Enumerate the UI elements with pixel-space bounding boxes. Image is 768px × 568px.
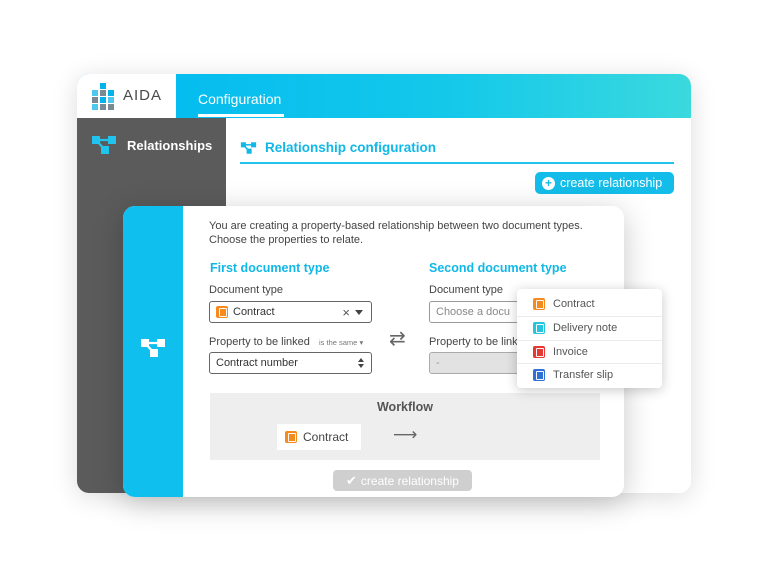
active-tab-indicator: [198, 114, 284, 117]
dropdown-option-label: Invoice: [553, 346, 588, 358]
create-relationship-label: create relationship: [560, 176, 663, 190]
relationship-icon: [141, 339, 165, 357]
sort-updown-icon: [358, 358, 364, 368]
section-header: Relationship configuration: [240, 140, 436, 155]
relation-operator-select[interactable]: is the same ▾: [319, 338, 363, 347]
arrow-right-icon: ⟶: [393, 425, 418, 444]
workflow-node-contract: Contract: [277, 424, 361, 450]
sidebar-item-label: Relationships: [127, 137, 213, 153]
second-property-value: -: [436, 357, 440, 369]
intro-line-2: Choose the properties to relate.: [209, 234, 364, 246]
submit-create-relationship-button[interactable]: ✔ create relationship: [333, 470, 472, 491]
first-doc-type-select[interactable]: Contract ×: [209, 301, 372, 323]
relationship-icon: [240, 141, 257, 154]
delivery-truck-icon: [533, 322, 545, 334]
logo-grid-icon: [92, 83, 114, 110]
workflow-title: Workflow: [376, 400, 434, 414]
logo[interactable]: AIDA: [77, 74, 176, 118]
check-icon: ✔: [346, 472, 357, 488]
dropdown-option-label: Contract: [553, 298, 595, 310]
submit-label: create relationship: [360, 473, 459, 488]
dropdown-option-contract[interactable]: Contract: [517, 292, 662, 316]
section-title: Relationship configuration: [265, 140, 436, 155]
first-property-label: Property to be linked: [209, 336, 310, 348]
relation-operator-value: is the same: [319, 338, 358, 347]
bank-icon: [533, 369, 545, 381]
chevron-down-icon[interactable]: [355, 310, 363, 315]
top-bar: AIDA Configuration: [77, 74, 691, 118]
contract-icon: [285, 431, 297, 443]
dropdown-option-invoice[interactable]: Invoice: [517, 340, 662, 364]
modal-side-stripe: [123, 206, 183, 497]
sidebar-item-relationships[interactable]: Relationships: [91, 132, 212, 158]
second-doc-type-label: Document type: [429, 284, 503, 296]
workflow-panel: Workflow Contract ⟶: [210, 393, 600, 460]
dropdown-option-label: Delivery note: [553, 322, 618, 334]
logo-text: AIDA: [123, 87, 163, 104]
second-document-type-title: Second document type: [429, 261, 567, 275]
contract-icon: [533, 298, 545, 310]
tab-configuration[interactable]: Configuration: [198, 91, 281, 107]
create-relationship-button[interactable]: + create relationship: [535, 172, 674, 194]
contract-icon: [216, 306, 228, 318]
first-document-type-title: First document type: [210, 261, 330, 275]
second-property-label: Property to be link: [429, 336, 518, 348]
second-doc-type-placeholder: Choose a docu: [436, 306, 510, 318]
swap-arrows-icon: ⇄: [389, 328, 406, 350]
first-property-select[interactable]: Contract number: [209, 352, 372, 374]
clear-icon[interactable]: ×: [342, 305, 350, 320]
first-doc-type-value: Contract: [233, 306, 275, 318]
invoice-icon: [533, 346, 545, 358]
dropdown-option-transfer-slip[interactable]: Transfer slip: [517, 363, 662, 387]
first-doc-type-label: Document type: [209, 284, 283, 296]
first-property-value: Contract number: [216, 357, 298, 369]
intro-line-1: You are creating a property-based relati…: [209, 220, 583, 232]
modal-intro-text: You are creating a property-based relati…: [209, 219, 609, 247]
dropdown-option-delivery-note[interactable]: Delivery note: [517, 316, 662, 340]
dropdown-option-label: Transfer slip: [553, 369, 614, 381]
section-divider: [240, 162, 674, 164]
relationship-icon: [92, 136, 116, 154]
workflow-node-label: Contract: [303, 430, 349, 444]
document-type-dropdown: Contract Delivery note Invoice Transfer …: [517, 289, 662, 388]
plus-circle-icon: +: [542, 176, 555, 190]
